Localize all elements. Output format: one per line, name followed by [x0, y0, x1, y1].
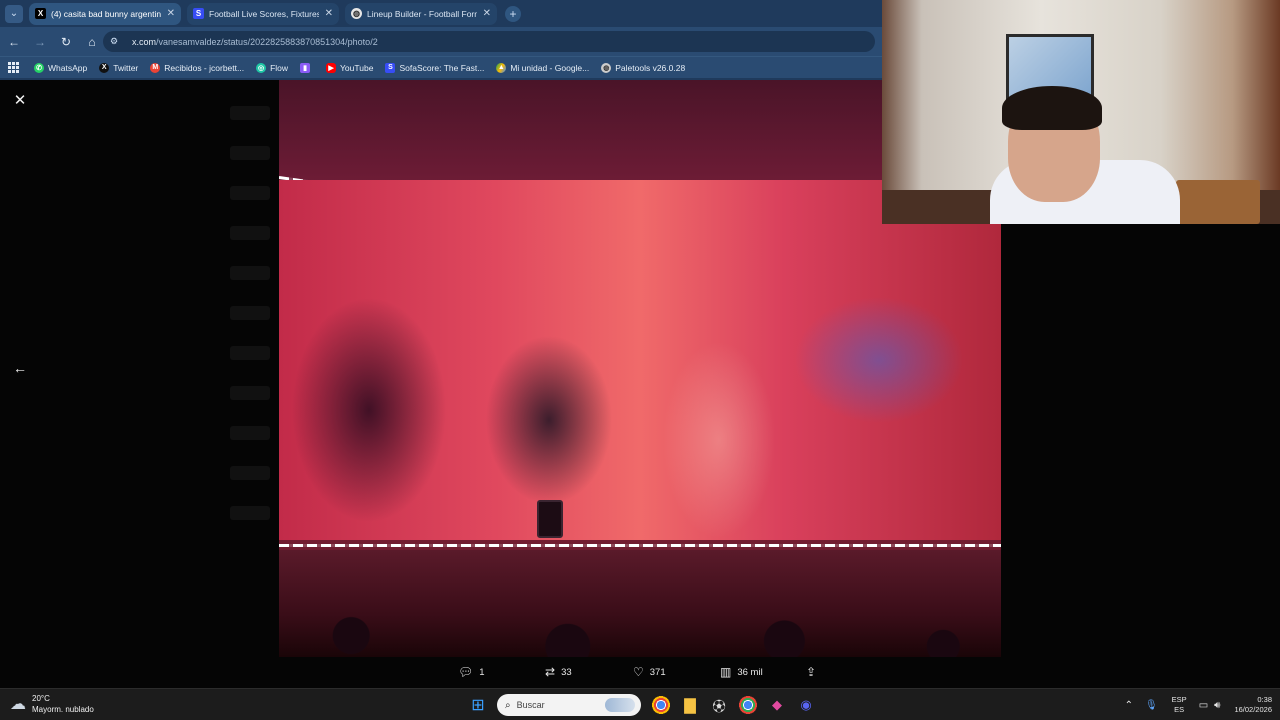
tab-lineup-builder[interactable]: ◍ Lineup Builder - Football Form ✕ — [345, 2, 497, 25]
reply-icon: 💬︎ — [458, 665, 474, 679]
sofascore-icon: S — [385, 62, 396, 73]
clock[interactable]: 0:38 16/02/2026 — [1234, 695, 1272, 715]
weather-widget[interactable]: ☁ 20°C Mayorm. nublado — [10, 693, 94, 715]
globe-icon: ◍ — [601, 62, 612, 73]
post-action-bar: 💬︎ 1 ⇄ 33 ♡ 371 ▥ 36 mil ⇪ — [0, 657, 1280, 688]
tab-title: Lineup Builder - Football Form — [367, 8, 477, 19]
taskbar-apps: ⊞ ⌕ Buscar ▇ ⚽︎ ◆ ◉ — [466, 692, 823, 718]
google-drive-icon: ▲ — [496, 62, 507, 73]
bookmark-paletools[interactable]: ◍ Paletools v26.0.28 — [601, 62, 685, 73]
search-highlight-icon — [605, 698, 635, 712]
phone-in-crowd — [537, 500, 563, 538]
app-droplet-icon[interactable]: ◆ — [765, 693, 789, 717]
tab-title: (4) casita bad bunny argentina — [51, 8, 161, 19]
browser-chrome: ⌄ X (4) casita bad bunny argentina ✕ S F… — [0, 0, 882, 80]
stage-screen — [279, 180, 1001, 540]
bookmarks-bar: ✆ WhatsApp X Twitter M Recibidos - jcorbett… — [0, 56, 882, 78]
discord-icon[interactable]: ◉ — [794, 693, 818, 717]
like-button[interactable]: ♡ 371 — [633, 665, 666, 679]
chair — [1176, 180, 1260, 224]
back-icon[interactable]: ← — [2, 30, 26, 54]
youtube-icon: ▶ — [326, 62, 337, 73]
network-icon[interactable]: ▭ — [1199, 700, 1208, 711]
file-explorer-icon[interactable]: ▇ — [678, 693, 702, 717]
reply-button[interactable]: 💬︎ 1 — [458, 665, 485, 679]
system-tray: ⌃ 🎙︎ ESP ES ▭ 🔊︎ 0:38 16/02/2026 — [1113, 693, 1272, 717]
chrome-icon[interactable] — [649, 693, 673, 717]
windows-start-icon[interactable]: ⊞ — [466, 693, 490, 717]
tab-x-post[interactable]: X (4) casita bad bunny argentina ✕ — [29, 2, 181, 25]
person-hair — [1002, 86, 1102, 130]
bookmark-twitch[interactable]: ▮ — [300, 62, 314, 73]
close-tab-icon[interactable]: ✕ — [325, 8, 333, 19]
gmail-icon: M — [150, 62, 161, 73]
globe-icon: ◍ — [351, 8, 362, 19]
tab-search-icon[interactable]: ⌄ — [5, 4, 23, 23]
bookmark-whatsapp[interactable]: ✆ WhatsApp — [34, 62, 87, 73]
close-tab-icon[interactable]: ✕ — [167, 8, 175, 19]
share-icon: ⇪ — [806, 665, 817, 679]
tab-sofascore[interactable]: S Football Live Scores, Fixtures & ✕ — [187, 2, 339, 25]
cloudy-weather-icon: ☁ — [10, 696, 26, 713]
microphone-icon[interactable]: 🎙︎ — [1145, 700, 1158, 711]
weather-temperature: 20°C — [32, 694, 50, 703]
heart-icon: ♡ — [633, 665, 644, 679]
webcam-overlay — [882, 0, 1280, 224]
forward-icon[interactable]: → — [28, 30, 52, 54]
close-icon[interactable]: ✕ — [11, 91, 29, 109]
views-button[interactable]: ▥ 36 mil — [720, 665, 763, 679]
bookmark-google-drive[interactable]: ▲ Mi unidad - Google... — [496, 62, 589, 73]
tab-strip: ⌄ X (4) casita bad bunny argentina ✕ S F… — [0, 0, 882, 27]
bookmark-flow[interactable]: ◎ Flow — [256, 62, 288, 73]
bookmark-twitter[interactable]: X Twitter — [99, 62, 138, 73]
reload-icon[interactable]: ↻ — [54, 30, 78, 54]
whatsapp-icon: ✆ — [34, 62, 44, 73]
bookmark-sofascore[interactable]: S SofaScore: The Fast... — [385, 62, 484, 73]
taskbar-search[interactable]: ⌕ Buscar — [497, 694, 641, 716]
taskbar: ☁ 20°C Mayorm. nublado ⊞ ⌕ Buscar ▇ ⚽︎ ◆… — [0, 688, 1280, 720]
soccer-ball-icon[interactable]: ⚽︎ — [707, 693, 731, 717]
search-icon: ⌕ — [505, 699, 511, 711]
address-bar[interactable]: ⚙ x.com/vanesamvaldez/status/20228258838… — [103, 31, 875, 52]
tab-title: Football Live Scores, Fixtures & — [209, 8, 319, 19]
weather-description: Mayorm. nublado — [32, 705, 94, 714]
site-info-icon[interactable]: ⚙ — [110, 36, 126, 47]
crowd — [279, 550, 1001, 657]
repost-button[interactable]: ⇄ 33 — [545, 665, 572, 679]
apps-grid-icon[interactable] — [8, 61, 20, 74]
volume-icon[interactable]: 🔊︎ — [1214, 700, 1220, 711]
close-tab-icon[interactable]: ✕ — [483, 8, 491, 19]
led-strip — [279, 544, 1001, 547]
bookmark-gmail[interactable]: M Recibidos - jcorbett... — [150, 62, 244, 73]
x-logo-icon: X — [35, 8, 46, 19]
bookmark-youtube[interactable]: ▶ YouTube — [326, 62, 373, 73]
home-icon[interactable]: ⌂ — [80, 30, 104, 54]
chrome-profile-icon[interactable] — [736, 693, 760, 717]
search-placeholder: Buscar — [516, 700, 545, 710]
dimmed-sidebar — [220, 80, 280, 688]
input-language[interactable]: ESP ES — [1172, 695, 1187, 715]
url-text[interactable]: x.com/vanesamvaldez/status/2022825883870… — [132, 37, 378, 47]
share-button[interactable]: ⇪ — [806, 665, 822, 679]
repost-icon: ⇄ — [545, 665, 556, 679]
flow-icon: ◎ — [256, 62, 267, 73]
x-logo-icon: X — [99, 62, 110, 73]
twitch-icon: ▮ — [300, 62, 311, 73]
browser-toolbar: ← → ↻ ⌂ ⚙ x.com/vanesamvaldez/status/202… — [0, 27, 882, 56]
screen: ⌄ X (4) casita bad bunny argentina ✕ S F… — [0, 0, 1280, 720]
chevron-up-icon[interactable]: ⌃ — [1125, 700, 1133, 711]
views-chart-icon: ▥ — [720, 665, 732, 679]
new-tab-button[interactable]: + — [505, 5, 521, 22]
previous-photo-icon[interactable]: ← — [11, 359, 29, 377]
sofascore-icon: S — [193, 8, 204, 19]
